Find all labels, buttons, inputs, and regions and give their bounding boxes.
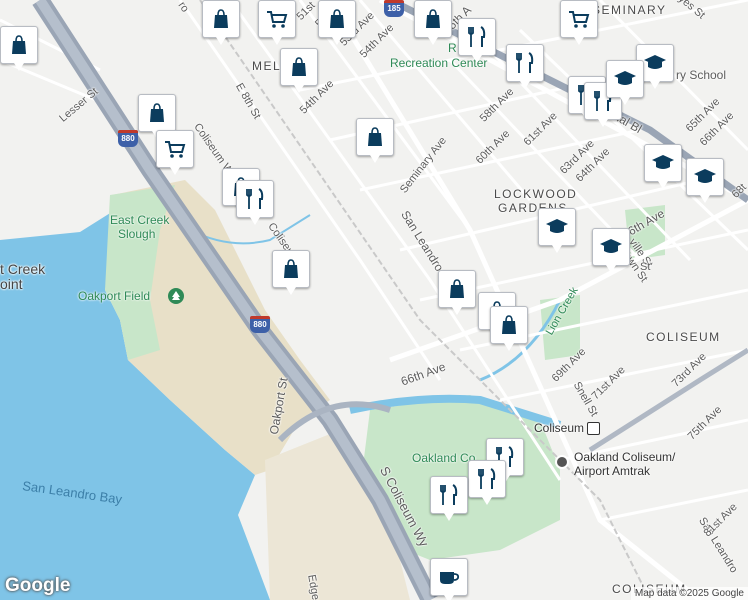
shopping-cart-pin[interactable] <box>156 130 194 175</box>
shopping-bag-icon <box>502 315 516 334</box>
shopping-bag-icon <box>450 279 464 298</box>
google-logo[interactable]: Google <box>5 575 70 597</box>
shopping-bag-icon <box>368 127 382 146</box>
transit-station-icon <box>587 422 600 435</box>
school-pin[interactable] <box>686 158 724 203</box>
school-pin[interactable] <box>644 144 682 189</box>
oakport-field-label: Oakport Field <box>78 289 151 303</box>
restaurant-pin[interactable] <box>468 460 506 505</box>
map[interactable]: SEMINARY MEL LOCKWOOD GARDENS COLISEUM C… <box>0 0 748 600</box>
east-creek-point-label-1: t Creek <box>0 261 46 277</box>
east-creek-slough-label-1: East Creek <box>110 213 170 227</box>
shopping-bag-pin[interactable] <box>280 48 318 93</box>
hwy-880-shield-b: 880 <box>250 316 270 333</box>
school-icon <box>694 169 716 183</box>
area-seminary-label: SEMINARY <box>592 3 667 17</box>
shopping-bag-icon <box>150 103 164 122</box>
shopping-bag-pin[interactable] <box>272 250 310 295</box>
area-lockwood-label-1: LOCKWOOD <box>494 187 578 201</box>
shopping-bag-pin[interactable] <box>356 118 394 163</box>
cafe-pin[interactable] <box>430 558 468 600</box>
shopping-bag-pin[interactable] <box>318 0 356 45</box>
school-icon <box>644 55 666 69</box>
shopping-bag-pin[interactable] <box>438 270 476 315</box>
shopping-bag-pin[interactable] <box>0 26 38 71</box>
school-icon <box>600 239 622 253</box>
school-icon <box>652 155 674 169</box>
shopping-bag-pin[interactable] <box>138 94 176 139</box>
cafe-icon <box>440 572 460 584</box>
restaurant-pin[interactable] <box>236 180 274 225</box>
east-creek-point-label-2: oint <box>0 276 23 292</box>
school-pin[interactable] <box>606 60 644 105</box>
shopping-bag-icon <box>214 9 228 28</box>
school-pin[interactable] <box>538 208 576 253</box>
restaurant-icon <box>246 188 264 209</box>
restaurant-pin[interactable] <box>430 476 468 521</box>
shopping-cart-icon <box>569 11 590 28</box>
train-station-icon[interactable] <box>555 455 569 469</box>
shopping-bag-icon <box>330 9 344 28</box>
shopping-bag-pin[interactable] <box>414 0 452 45</box>
shopping-bag-pin[interactable] <box>202 0 240 45</box>
amtrak-label-1: Oakland Coliseum/ <box>574 450 676 464</box>
shopping-cart-pin[interactable] <box>258 0 296 45</box>
restaurant-icon <box>516 52 534 73</box>
shopping-cart-icon <box>165 141 186 158</box>
map-attribution: Map data ©2025 Google <box>630 587 748 600</box>
recreation-center-label-1: R <box>448 41 457 55</box>
hwy-880-shield: 880 <box>118 130 138 147</box>
restaurant-icon <box>440 484 458 505</box>
east-creek-slough-label-2: Slough <box>118 227 156 241</box>
area-melrose-label: MEL <box>252 59 282 73</box>
amtrak-label-2: Airport Amtrak <box>574 464 651 478</box>
park-tree-icon <box>168 288 184 304</box>
shopping-bag-icon <box>426 9 440 28</box>
shopping-cart-icon <box>267 11 288 28</box>
shopping-bag-icon <box>284 259 298 278</box>
school-icon <box>546 219 568 233</box>
school-pin[interactable] <box>592 228 630 273</box>
restaurant-pin[interactable] <box>458 18 496 63</box>
shopping-cart-pin[interactable] <box>560 0 598 45</box>
oakland-coliseum-label: Oakland Co <box>412 451 476 465</box>
shopping-bag-pin[interactable] <box>490 306 528 351</box>
st-label: St <box>640 261 651 273</box>
shopping-bag-icon <box>12 35 26 54</box>
restaurant-icon <box>478 468 496 489</box>
shopping-bag-icon <box>292 57 306 76</box>
school-icon <box>614 71 636 85</box>
coliseum-station-label: Coliseum <box>534 421 585 435</box>
school-label: ry School <box>676 68 727 82</box>
restaurant-pin[interactable] <box>506 44 544 89</box>
restaurant-icon <box>468 26 486 47</box>
hwy-185-shield: 185 <box>384 0 404 17</box>
area-coliseum-label: COLISEUM <box>646 330 721 344</box>
